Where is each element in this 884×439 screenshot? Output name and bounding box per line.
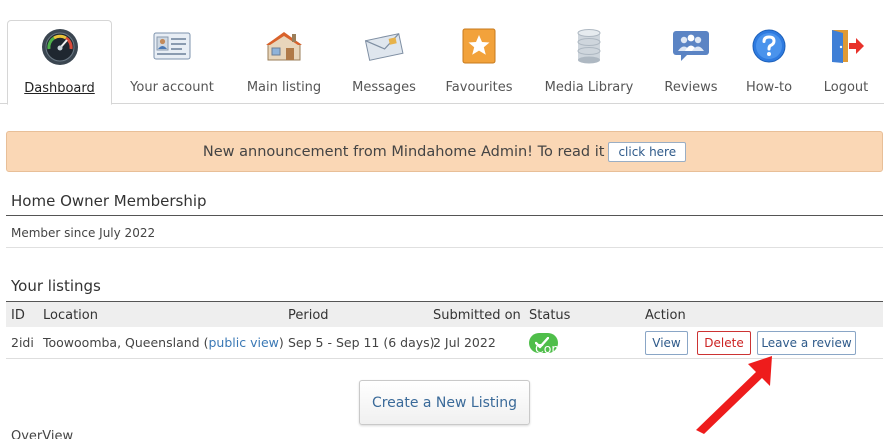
tab-how-to[interactable]: How-to — [738, 20, 800, 104]
tab-logout[interactable]: Logout — [814, 20, 878, 104]
listing-location: Toowoomba, Queensland (public view) — [43, 335, 284, 350]
tab-label: Main listing — [246, 80, 322, 95]
section-divider — [6, 247, 883, 248]
col-submitted: Submitted on — [433, 308, 521, 323]
envelope-icon — [364, 24, 404, 68]
membership-title: Home Owner Membership — [11, 192, 207, 210]
id-card-icon — [153, 24, 191, 68]
status-badge: Completed — [529, 333, 603, 356]
public-view-link[interactable]: public view — [209, 335, 279, 350]
main-nav-tabs: Dashboard Your account Main listing Mess… — [0, 0, 884, 105]
star-icon — [461, 24, 497, 68]
speedometer-icon — [41, 25, 79, 69]
house-icon — [264, 24, 304, 68]
tab-label: Your account — [130, 80, 214, 95]
col-period: Period — [288, 308, 329, 323]
listing-submitted: 2 Jul 2022 — [433, 335, 496, 350]
create-listing-button[interactable]: Create a New Listing — [359, 380, 530, 425]
listing-id: 2idi — [11, 335, 34, 350]
door-exit-icon — [827, 24, 865, 68]
tab-messages[interactable]: Messages — [344, 20, 424, 104]
tab-your-account[interactable]: Your account — [122, 20, 222, 104]
listings-title: Your listings — [11, 277, 101, 295]
help-icon — [751, 24, 787, 68]
tab-reviews[interactable]: Reviews — [656, 20, 726, 104]
listing-period: Sep 5 - Sep 11 (6 days) — [288, 335, 435, 350]
read-announcement-button[interactable]: click here — [608, 141, 687, 162]
member-since-text: Member since July 2022 — [11, 226, 156, 240]
tab-label: How-to — [745, 80, 793, 95]
col-id: ID — [11, 308, 25, 323]
database-icon — [575, 24, 603, 68]
tab-label: Media Library — [544, 80, 634, 95]
membership-divider — [6, 215, 883, 216]
red-arrow-icon — [696, 356, 772, 434]
view-button[interactable]: View — [645, 331, 688, 355]
col-action: Action — [645, 308, 686, 323]
col-status: Status — [529, 308, 571, 323]
overview-heading-cutoff: OverView — [11, 429, 74, 439]
announcement-banner: New announcement from Mindahome Admin! T… — [6, 131, 883, 172]
tab-main-listing[interactable]: Main listing — [236, 20, 332, 104]
col-location: Location — [43, 308, 98, 323]
location-text: Toowoomba, Queensland — [43, 335, 200, 350]
tab-dashboard[interactable]: Dashboard — [7, 20, 112, 105]
people-icon — [671, 24, 711, 68]
listings-table-header: ID Location Period Submitted on Status A… — [6, 301, 883, 327]
tab-label: Favourites — [445, 80, 513, 95]
tab-label: Reviews — [664, 80, 718, 95]
tab-favourites[interactable]: Favourites — [440, 20, 518, 104]
tab-media-library[interactable]: Media Library — [540, 20, 638, 104]
public-view-paren-close: ) — [278, 335, 284, 350]
tab-label: Logout — [823, 80, 869, 95]
tab-label: Messages — [352, 80, 416, 95]
tab-label: Dashboard — [24, 81, 95, 96]
status-text: Completed — [535, 341, 604, 356]
announcement-text: New announcement from Mindahome Admin! T… — [202, 143, 605, 160]
